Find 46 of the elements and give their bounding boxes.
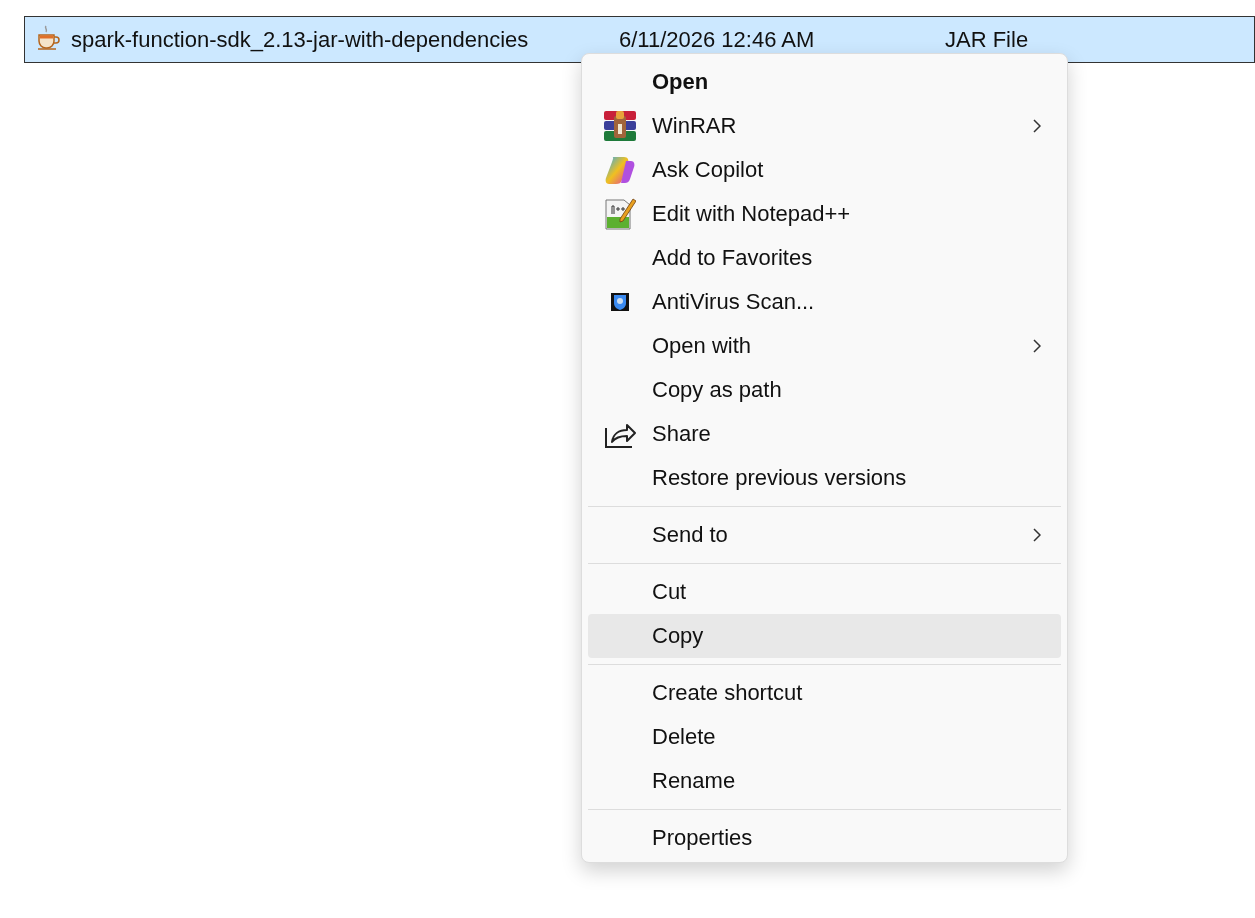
menu-item[interactable]: WinRAR	[588, 104, 1061, 148]
menu-item[interactable]: Add to Favorites	[588, 236, 1061, 280]
menu-item[interactable]: Properties	[588, 816, 1061, 860]
menu-item-label: Share	[652, 421, 712, 447]
menu-item-label: Copy as path	[652, 377, 783, 403]
menu-item[interactable]: Copy as path	[588, 368, 1061, 412]
chevron-right-icon	[1033, 528, 1041, 542]
menu-item[interactable]: AntiVirus Scan...	[588, 280, 1061, 324]
file-date: 6/11/2026 12:46 AM	[619, 26, 816, 53]
menu-item[interactable]: Open with	[588, 324, 1061, 368]
chevron-right-icon	[1033, 339, 1041, 353]
menu-item[interactable]: Share	[588, 412, 1061, 456]
menu-item-label: Edit with Notepad++	[652, 201, 852, 227]
menu-item[interactable]: Open	[588, 60, 1061, 104]
coffee-cup-icon	[35, 24, 61, 51]
file-type: JAR File	[945, 26, 1029, 53]
menu-item-label: Restore previous versions	[652, 465, 908, 491]
shield-icon	[611, 293, 629, 311]
menu-item-label: Open	[652, 69, 710, 95]
file-row[interactable]: spark-function-sdk_2.13-jar-with-dependencies 6/11/2026 12:46 AM JAR File	[24, 16, 1255, 63]
menu-item[interactable]: Edit with Notepad++	[588, 192, 1061, 236]
menu-item-label: Ask Copilot	[652, 157, 765, 183]
menu-item-label: WinRAR	[652, 113, 738, 139]
menu-item-label: Properties	[652, 825, 754, 851]
file-name: spark-function-sdk_2.13-jar-with-dependencies	[71, 26, 530, 53]
menu-item-label: Delete	[652, 724, 717, 750]
menu-item-label: Create shortcut	[652, 680, 804, 706]
menu-item-label: Cut	[652, 579, 688, 605]
menu-item[interactable]: Create shortcut	[588, 671, 1061, 715]
menu-item[interactable]: Delete	[588, 715, 1061, 759]
menu-item-label: Rename	[652, 768, 737, 794]
menu-item-label: Add to Favorites	[652, 245, 814, 271]
menu-item-label: Copy	[652, 623, 705, 649]
menu-item-label: Send to	[652, 522, 729, 548]
menu-item[interactable]: Rename	[588, 759, 1061, 803]
menu-item[interactable]: Ask Copilot	[588, 148, 1061, 192]
menu-item[interactable]: Restore previous versions	[588, 456, 1061, 500]
menu-item[interactable]: Send to	[588, 513, 1061, 557]
menu-item[interactable]: Cut	[588, 570, 1061, 614]
chevron-right-icon	[1033, 119, 1041, 133]
menu-item[interactable]: Copy	[588, 614, 1061, 658]
menu-item-label: AntiVirus Scan...	[652, 289, 816, 315]
menu-item-label: Open with	[652, 333, 753, 359]
swirl-icon	[604, 154, 636, 186]
archive-icon	[603, 110, 637, 142]
notepad-icon	[604, 197, 636, 231]
